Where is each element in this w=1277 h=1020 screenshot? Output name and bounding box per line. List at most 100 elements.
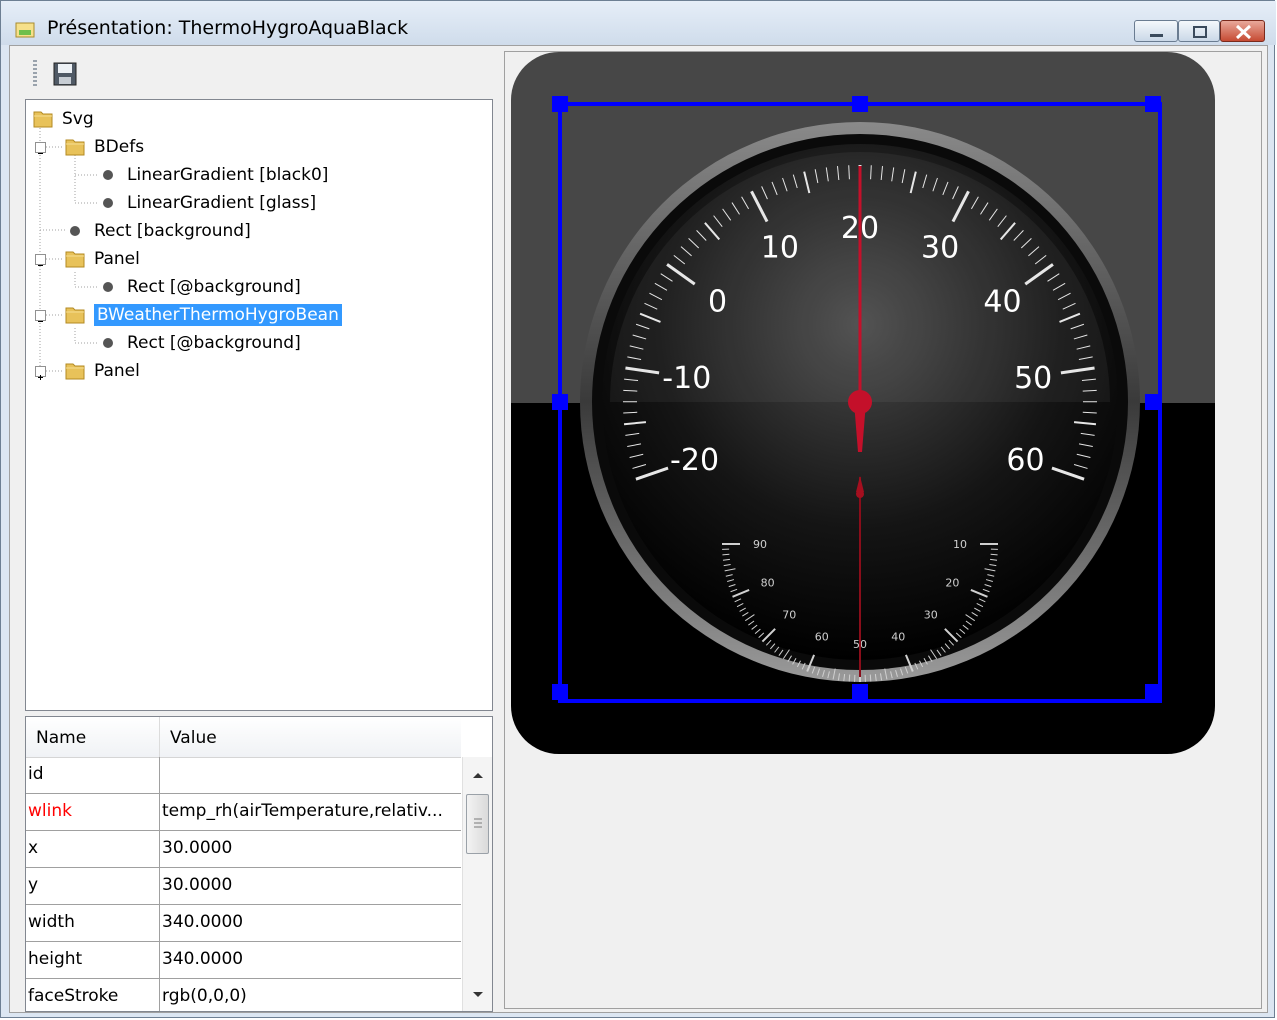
scroll-up-icon[interactable] [463,765,493,785]
tree-item-panel[interactable]: Panel [64,357,140,385]
property-name: wlink [28,801,72,821]
canvas-pane[interactable]: -20-100102030405060 908070605040302010 [504,51,1262,1009]
node-bullet-icon [70,226,80,236]
tree-item-rect-at-background[interactable]: Rect [@background] [103,273,301,301]
node-bullet-icon [103,282,113,292]
humidity-label: 70 [782,609,796,622]
property-value[interactable]: temp_rh(airTemperature,relativ... [162,801,457,821]
temperature-label: 10 [761,230,799,265]
cell-divider [159,757,160,794]
property-row-id[interactable]: id [26,757,461,794]
resize-handle[interactable] [1145,684,1161,700]
property-row-height[interactable]: height 340.0000 [26,942,461,979]
toolbar-grip[interactable] [33,60,37,88]
humidity-tick [990,553,998,556]
tree-item-lineargradient-black0[interactable]: LinearGradient [black0] [103,161,328,189]
temperature-tick [623,389,638,392]
cell-divider [159,905,160,942]
humidity-tick [869,674,872,682]
property-name: width [28,912,75,932]
maximize-button[interactable] [1178,20,1220,42]
app-icon [15,22,35,38]
temperature-label: -10 [662,361,711,396]
property-name: y [28,875,39,895]
resize-handle[interactable] [1145,394,1161,410]
close-button[interactable] [1220,20,1265,42]
cell-divider [159,979,160,1011]
humidity-label: 30 [924,609,938,622]
humidity-label: 40 [891,630,905,643]
property-row-x[interactable]: x 30.0000 [26,831,461,868]
temperature-tick [623,411,638,414]
temperature-label: 40 [983,284,1021,319]
collapse-toggle-bweather[interactable] [35,310,46,322]
property-row-width[interactable]: width 340.0000 [26,905,461,942]
node-bullet-icon [103,198,113,208]
property-value[interactable]: 30.0000 [162,875,457,895]
resize-handle[interactable] [1145,96,1161,112]
temperature-tick [848,165,850,180]
save-icon[interactable] [52,61,78,87]
tree-item-label-selected: BWeatherThermoHygroBean [94,304,342,326]
tree-item-label: Rect [@background] [127,277,301,297]
resize-handle[interactable] [852,684,868,700]
humidity-label: 90 [753,538,767,551]
tree-item-lineargradient-glass[interactable]: LinearGradient [glass] [103,189,316,217]
tree-item-rect-at-background[interactable]: Rect [@background] [103,329,301,357]
tree-item-label: Rect [background] [94,221,251,241]
resize-handle[interactable] [852,96,868,112]
temperature-label: 60 [1006,443,1044,478]
temperature-label: 0 [708,284,727,319]
object-tree[interactable]: Svg BDefs LinearGradient [black0] Linear… [25,99,493,711]
app-window: Présentation: ThermoHygroAquaBlack Svg B… [0,0,1276,1018]
temperature-label: 30 [921,230,959,265]
humidity-label: 80 [761,576,775,589]
property-value[interactable]: 340.0000 [162,949,457,969]
vertical-scrollbar[interactable] [462,757,493,1011]
cell-divider [159,831,160,868]
minimize-button[interactable] [1134,20,1178,42]
property-value[interactable]: 340.0000 [162,912,457,932]
property-name: height [28,949,83,969]
node-bullet-icon [103,338,113,348]
minimize-icon [1150,34,1163,37]
property-row-wlink[interactable]: wlink temp_rh(airTemperature,relativ... [26,794,461,831]
tree-item-label: LinearGradient [black0] [127,165,329,185]
temperature-tick [870,165,872,180]
title-bar[interactable]: Présentation: ThermoHygroAquaBlack [1,1,1276,45]
column-header-name[interactable]: Name [36,728,86,748]
resize-handle[interactable] [552,394,568,410]
scroll-thumb[interactable] [466,794,489,854]
temperature-label: 50 [1014,361,1052,396]
tree-item-label: Panel [94,249,140,269]
gauge-canvas[interactable]: -20-100102030405060 908070605040302010 [505,52,1261,1008]
temperature-label: -20 [670,443,719,478]
tree-item-panel[interactable]: Panel [64,245,140,273]
collapse-toggle-bdefs[interactable] [35,142,46,154]
grip-icon [474,818,482,828]
expand-toggle-panel[interactable] [35,366,46,380]
tree-item-bdefs[interactable]: BDefs [64,133,144,161]
scroll-down-icon[interactable] [463,985,493,1005]
tree-item-bweatherthermohygrobean[interactable]: BWeatherThermoHygroBean [64,301,342,329]
property-name: x [28,838,39,858]
client-area: Svg BDefs LinearGradient [black0] Linear… [9,45,1268,1013]
resize-handle[interactable] [552,684,568,700]
humidity-tick [848,674,851,682]
tree-item-svg[interactable]: Svg [32,105,94,133]
close-icon [1235,24,1252,40]
tree-item-rect-background[interactable]: Rect [background] [70,217,251,245]
resize-handle[interactable] [552,96,568,112]
property-value[interactable]: rgb(0,0,0) [162,986,457,1006]
column-header-value[interactable]: Value [170,728,217,748]
tree-item-label: LinearGradient [glass] [127,193,317,213]
cell-divider [159,868,160,905]
property-name: id [28,764,44,784]
folder-icon [33,111,53,128]
column-divider[interactable] [159,717,160,757]
property-value[interactable]: 30.0000 [162,838,457,858]
collapse-toggle-panel[interactable] [35,254,46,266]
property-row-facestroke[interactable]: faceStroke rgb(0,0,0) [26,979,461,1011]
tree-item-label: Rect [@background] [127,333,301,353]
property-row-y[interactable]: y 30.0000 [26,868,461,905]
